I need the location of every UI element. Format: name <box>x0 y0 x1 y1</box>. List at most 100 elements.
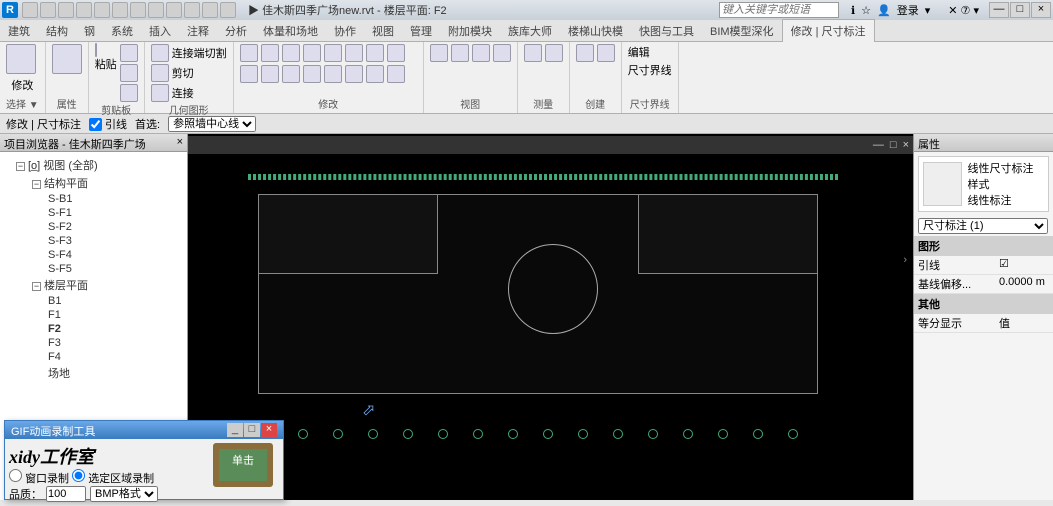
tab-annot[interactable]: 注释 <box>179 20 217 42</box>
tree-b1[interactable]: B1 <box>4 294 183 308</box>
instance-select[interactable]: 尺寸标注 (1) <box>918 218 1048 234</box>
view-min-icon[interactable]: — <box>873 139 884 151</box>
copy-icon[interactable] <box>120 64 138 82</box>
copy2-icon[interactable] <box>324 44 342 62</box>
gif-click-board[interactable]: 单击 <box>213 443 273 487</box>
vw3-icon[interactable] <box>472 44 490 62</box>
qat-open-icon[interactable] <box>22 2 38 18</box>
gif-max-icon[interactable]: □ <box>244 423 260 437</box>
split-icon[interactable] <box>387 44 405 62</box>
gif-close-icon[interactable]: × <box>261 423 277 437</box>
maximize-button[interactable]: □ <box>1010 2 1030 18</box>
info-icon[interactable]: ℹ <box>851 4 855 17</box>
create-icon[interactable] <box>576 44 594 62</box>
modify-icon[interactable] <box>6 44 36 74</box>
trim-icon[interactable] <box>366 44 384 62</box>
tab-view[interactable]: 视图 <box>364 20 402 42</box>
del-icon[interactable] <box>324 65 342 83</box>
view-close-icon[interactable]: × <box>903 139 909 151</box>
leader-check[interactable]: 引线 <box>89 116 127 132</box>
tab-sys[interactable]: 系统 <box>103 20 141 42</box>
tree-f2[interactable]: F2 <box>4 322 183 336</box>
gif-min-icon[interactable]: _ <box>227 423 243 437</box>
user-icon[interactable]: 👤 <box>877 4 891 17</box>
tab-addin[interactable]: 附加模块 <box>440 20 500 42</box>
offset-icon[interactable] <box>261 44 279 62</box>
vw1-icon[interactable] <box>430 44 448 62</box>
qat-view-icon[interactable] <box>220 2 236 18</box>
vw2-icon[interactable] <box>451 44 469 62</box>
tree-floor[interactable]: −楼层平面 <box>4 276 183 294</box>
qat-undo-icon[interactable] <box>58 2 74 18</box>
mirror-icon[interactable] <box>282 44 300 62</box>
create2-icon[interactable] <box>597 44 615 62</box>
unpin-icon[interactable] <box>303 65 321 83</box>
tab-famlib[interactable]: 族库大师 <box>500 20 560 42</box>
extend-icon[interactable] <box>345 65 363 83</box>
prop-baseline[interactable]: 基线偏移...0.0000 m <box>914 275 1053 294</box>
minimize-button[interactable]: — <box>989 2 1009 18</box>
prop-eq[interactable]: 等分显示值 <box>914 314 1053 333</box>
tree-sf2[interactable]: S-F2 <box>4 220 183 234</box>
qat-print-icon[interactable] <box>94 2 110 18</box>
qat-section-icon[interactable] <box>184 2 200 18</box>
help-icon[interactable]: ✕ ⑦ ▾ <box>948 4 979 17</box>
star-icon[interactable]: ☆ <box>861 4 871 17</box>
qat-dim-icon[interactable] <box>130 2 146 18</box>
qat-save-icon[interactable] <box>40 2 56 18</box>
qat-sync-icon[interactable] <box>202 2 218 18</box>
tree-sf4[interactable]: S-F4 <box>4 248 183 262</box>
tree-site[interactable]: 场地 <box>4 364 183 382</box>
qat-text-icon[interactable] <box>148 2 164 18</box>
tree-struct[interactable]: −结构平面 <box>4 174 183 192</box>
gap-icon[interactable] <box>387 65 405 83</box>
tree-f4[interactable]: F4 <box>4 350 183 364</box>
tree-sf3[interactable]: S-F3 <box>4 234 183 248</box>
align-icon[interactable] <box>240 44 258 62</box>
nav-right-icon[interactable]: › <box>903 254 907 266</box>
prop-leader[interactable]: 引线☑ <box>914 256 1053 275</box>
tab-steel[interactable]: 钢 <box>76 20 103 42</box>
tab-arch[interactable]: 建筑 <box>0 20 38 42</box>
tab-analyze[interactable]: 分析 <box>217 20 255 42</box>
qat-measure-icon[interactable] <box>112 2 128 18</box>
props-icon[interactable] <box>52 44 82 74</box>
qat-redo-icon[interactable] <box>76 2 92 18</box>
rotate-icon[interactable] <box>345 44 363 62</box>
array-icon[interactable] <box>240 65 258 83</box>
tab-struct[interactable]: 结构 <box>38 20 76 42</box>
browser-close-icon[interactable]: × <box>177 136 183 149</box>
tree-root[interactable]: −[o̲] 视图 (全部) <box>4 156 183 174</box>
corner-icon[interactable] <box>366 65 384 83</box>
meas2-icon[interactable] <box>545 44 563 62</box>
vw4-icon[interactable] <box>493 44 511 62</box>
search-input[interactable] <box>719 2 839 18</box>
tab-stair[interactable]: 楼梯山快模 <box>560 20 631 42</box>
tab-modify-ctx[interactable]: 修改 | 尺寸标注 <box>782 19 875 42</box>
gif-opt-region[interactable]: 选定区域录制 <box>72 473 154 485</box>
tab-manage[interactable]: 管理 <box>402 20 440 42</box>
pref-select[interactable]: 参照墙中心线 <box>168 116 256 132</box>
scale-icon[interactable] <box>261 65 279 83</box>
close-button[interactable]: × <box>1031 2 1051 18</box>
cope-icon[interactable] <box>151 44 169 62</box>
paste-icon[interactable] <box>95 43 97 57</box>
tree-f3[interactable]: F3 <box>4 336 183 350</box>
drawing-canvas[interactable]: — □ × › ‹ <box>188 134 913 500</box>
gif-opt-window[interactable]: 窗口录制 <box>9 473 69 485</box>
gif-titlebar[interactable]: GIF动画录制工具 _□× <box>5 421 283 439</box>
match-icon[interactable] <box>120 84 138 102</box>
move-icon[interactable] <box>303 44 321 62</box>
tab-insert[interactable]: 插入 <box>141 20 179 42</box>
cloud-icon[interactable]: ▾ <box>925 4 931 17</box>
login-link[interactable]: 登录 <box>897 2 919 18</box>
qat-3d-icon[interactable] <box>166 2 182 18</box>
cutg-icon[interactable] <box>151 64 169 82</box>
tree-sf5[interactable]: S-F5 <box>4 262 183 276</box>
tab-tools[interactable]: 快图与工具 <box>631 20 702 42</box>
type-selector[interactable]: 线性尺寸标注样式 线性标注 <box>918 156 1049 212</box>
meas-icon[interactable] <box>524 44 542 62</box>
tree-sf1[interactable]: S-F1 <box>4 206 183 220</box>
app-logo[interactable]: R <box>2 2 18 18</box>
cut-icon[interactable] <box>120 44 138 62</box>
